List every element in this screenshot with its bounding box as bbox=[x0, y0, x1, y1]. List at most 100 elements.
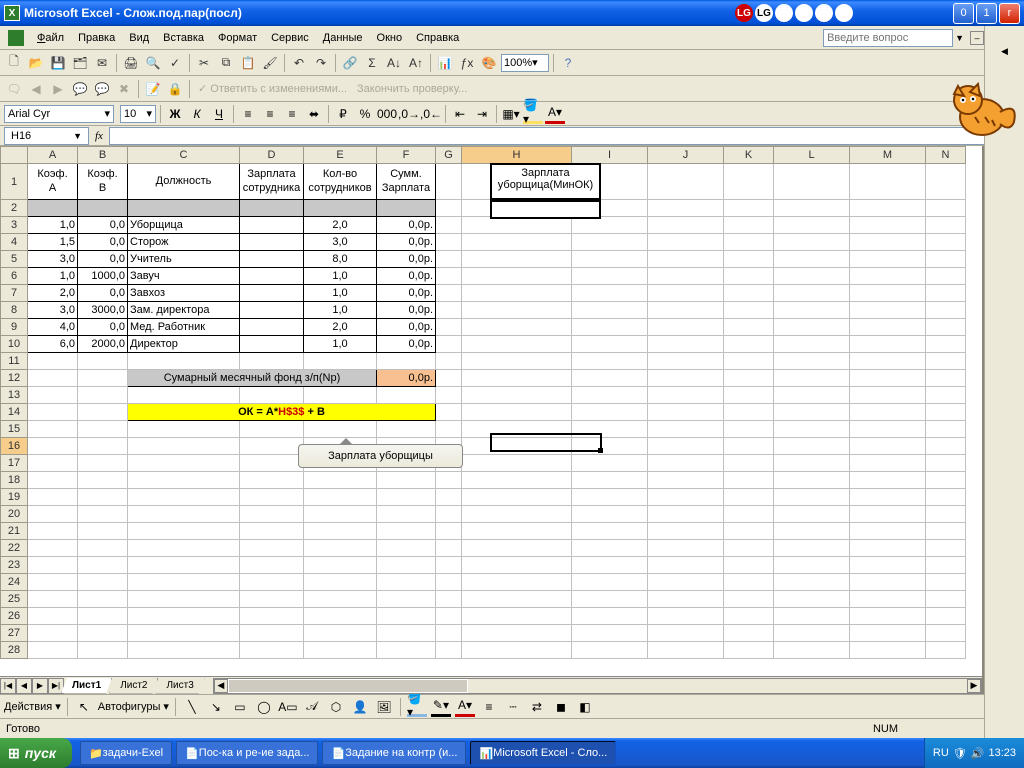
cell-B18[interactable] bbox=[78, 472, 128, 489]
cell-H19[interactable] bbox=[462, 489, 572, 506]
align-right-button[interactable]: ≡ bbox=[282, 104, 302, 124]
wordart-icon[interactable]: 𝒜 bbox=[302, 697, 322, 717]
row-header-5[interactable]: 5 bbox=[1, 251, 28, 268]
cell-M28[interactable] bbox=[850, 642, 926, 659]
cell-L2[interactable] bbox=[774, 200, 850, 217]
row-header-17[interactable]: 17 bbox=[1, 455, 28, 472]
line-style-icon[interactable]: ≡ bbox=[479, 697, 499, 717]
cell-E4[interactable]: 3,0 bbox=[304, 234, 377, 251]
cell-H14[interactable] bbox=[462, 404, 572, 421]
cell-B25[interactable] bbox=[78, 591, 128, 608]
cell-A13[interactable] bbox=[28, 387, 78, 404]
cell-B28[interactable] bbox=[78, 642, 128, 659]
cell-A15[interactable] bbox=[28, 421, 78, 438]
cell-J4[interactable] bbox=[648, 234, 724, 251]
side-input-box[interactable] bbox=[490, 200, 601, 219]
cell-J13[interactable] bbox=[648, 387, 724, 404]
redo-icon[interactable]: ↷ bbox=[311, 53, 331, 73]
cell-F1[interactable]: Сумм.Зарплата bbox=[377, 164, 436, 200]
row-header-26[interactable]: 26 bbox=[1, 608, 28, 625]
cell-D10[interactable] bbox=[240, 336, 304, 353]
cell-K18[interactable] bbox=[724, 472, 774, 489]
cell-H21[interactable] bbox=[462, 523, 572, 540]
cell-A9[interactable]: 4,0 bbox=[28, 319, 78, 336]
cell-H15[interactable] bbox=[462, 421, 572, 438]
cell-I7[interactable] bbox=[572, 285, 648, 302]
cell-F20[interactable] bbox=[377, 506, 436, 523]
cell-D15[interactable] bbox=[240, 421, 304, 438]
cell-B4[interactable]: 0,0 bbox=[78, 234, 128, 251]
cell-J17[interactable] bbox=[648, 455, 724, 472]
cell-G23[interactable] bbox=[436, 557, 462, 574]
cell-M22[interactable] bbox=[850, 540, 926, 557]
cell-G2[interactable] bbox=[436, 200, 462, 217]
cell-A23[interactable] bbox=[28, 557, 78, 574]
cell-K10[interactable] bbox=[724, 336, 774, 353]
cell-N4[interactable] bbox=[926, 234, 966, 251]
cell-I11[interactable] bbox=[572, 353, 648, 370]
cell-B21[interactable] bbox=[78, 523, 128, 540]
cell-N12[interactable] bbox=[926, 370, 966, 387]
cell-J23[interactable] bbox=[648, 557, 724, 574]
cell-B26[interactable] bbox=[78, 608, 128, 625]
cell-A27[interactable] bbox=[28, 625, 78, 642]
cell-C2[interactable] bbox=[128, 200, 240, 217]
cell-K6[interactable] bbox=[724, 268, 774, 285]
cell-F27[interactable] bbox=[377, 625, 436, 642]
cell-A20[interactable] bbox=[28, 506, 78, 523]
cell-G20[interactable] bbox=[436, 506, 462, 523]
font-color-button[interactable]: A▾ bbox=[545, 104, 565, 124]
autosum-icon[interactable]: Σ bbox=[362, 53, 382, 73]
cell-H28[interactable] bbox=[462, 642, 572, 659]
cell-I10[interactable] bbox=[572, 336, 648, 353]
cell-C15[interactable] bbox=[128, 421, 240, 438]
cell-M2[interactable] bbox=[850, 200, 926, 217]
cell-A10[interactable]: 6,0 bbox=[28, 336, 78, 353]
cell-B10[interactable]: 2000,0 bbox=[78, 336, 128, 353]
cell-G12[interactable] bbox=[436, 370, 462, 387]
cell-I13[interactable] bbox=[572, 387, 648, 404]
cell-A18[interactable] bbox=[28, 472, 78, 489]
cell-N23[interactable] bbox=[926, 557, 966, 574]
col-header-C[interactable]: C bbox=[128, 147, 240, 164]
cell-A28[interactable] bbox=[28, 642, 78, 659]
col-header-K[interactable]: K bbox=[724, 147, 774, 164]
doc-minimize-button[interactable]: – bbox=[970, 31, 984, 45]
scroll-left-icon[interactable]: ◀ bbox=[214, 679, 228, 693]
menu-insert[interactable]: Вставка bbox=[156, 30, 211, 46]
cell-K17[interactable] bbox=[724, 455, 774, 472]
scroll-right-icon[interactable]: ▶ bbox=[967, 679, 981, 693]
cell-D13[interactable] bbox=[240, 387, 304, 404]
col-header-L[interactable]: L bbox=[774, 147, 850, 164]
menu-window[interactable]: Окно bbox=[370, 30, 410, 46]
paste-icon[interactable]: 📋 bbox=[238, 53, 258, 73]
task-pane-collapsed[interactable]: ◀ bbox=[984, 26, 1024, 738]
row-header-15[interactable]: 15 bbox=[1, 421, 28, 438]
cell-C8[interactable]: Зам. директора bbox=[128, 302, 240, 319]
cell-J24[interactable] bbox=[648, 574, 724, 591]
cell-M11[interactable] bbox=[850, 353, 926, 370]
cell-B17[interactable] bbox=[78, 455, 128, 472]
row-header-21[interactable]: 21 bbox=[1, 523, 28, 540]
col-header-A[interactable]: A bbox=[28, 147, 78, 164]
row-header-2[interactable]: 2 bbox=[1, 200, 28, 217]
cell-D6[interactable] bbox=[240, 268, 304, 285]
cell-F4[interactable]: 0,0р. bbox=[377, 234, 436, 251]
cell-F11[interactable] bbox=[377, 353, 436, 370]
sheet-tab-1[interactable]: Лист1 bbox=[61, 678, 112, 694]
cell-B12[interactable] bbox=[78, 370, 128, 387]
cell-N5[interactable] bbox=[926, 251, 966, 268]
cell-D24[interactable] bbox=[240, 574, 304, 591]
permission-icon[interactable]: 🗂 bbox=[70, 53, 90, 73]
cell-G26[interactable] bbox=[436, 608, 462, 625]
cell-I6[interactable] bbox=[572, 268, 648, 285]
cell-I19[interactable] bbox=[572, 489, 648, 506]
cell-L12[interactable] bbox=[774, 370, 850, 387]
col-header-J[interactable]: J bbox=[648, 147, 724, 164]
row-header-11[interactable]: 11 bbox=[1, 353, 28, 370]
tab-prev-icon[interactable]: ◀ bbox=[16, 678, 32, 694]
cell-H13[interactable] bbox=[462, 387, 572, 404]
row-header-1[interactable]: 1 bbox=[1, 164, 28, 200]
cell-M23[interactable] bbox=[850, 557, 926, 574]
cell-J15[interactable] bbox=[648, 421, 724, 438]
